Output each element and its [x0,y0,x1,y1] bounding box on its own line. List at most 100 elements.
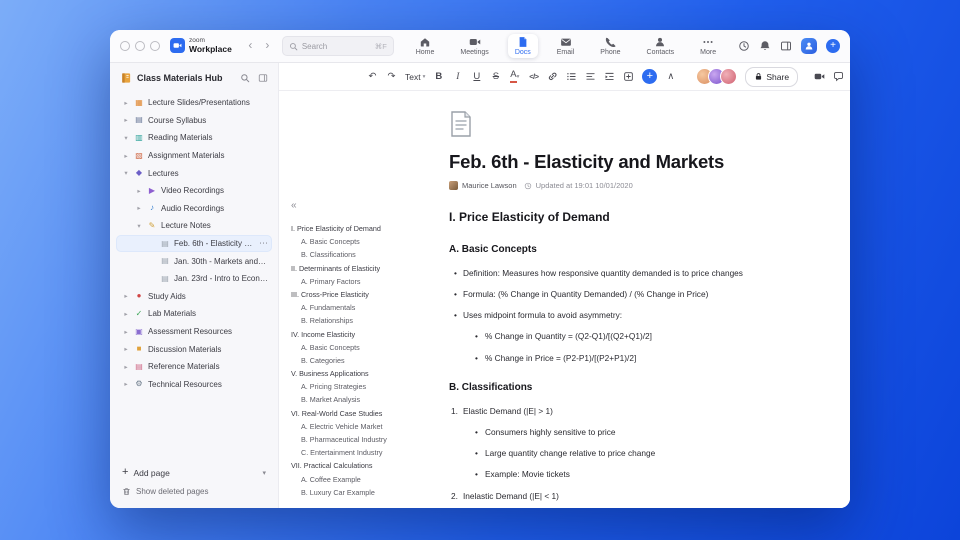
italic-button[interactable]: I [452,72,463,82]
add-new-button[interactable]: + [825,39,840,53]
show-deleted-pages-button[interactable]: Show deleted pages [122,487,266,496]
sidebar-tree-item[interactable]: ▾ ✎ Lecture Notes ⋯ [116,217,272,235]
link-button[interactable] [547,71,558,82]
close-window-button[interactable] [120,41,130,51]
content-block[interactable]: • % Change in Price = (P2-P1)/[(P2+P1)/2… [455,353,831,364]
sidebar-search-icon[interactable] [240,73,250,83]
outline-collapse-icon[interactable]: « [291,200,297,211]
chevron-icon[interactable]: ▸ [122,152,130,160]
sidebar-tree-item[interactable]: ▾ ▥ Reading Materials ⋯ [116,129,272,147]
underline-button[interactable]: U [471,71,482,82]
content-block[interactable]: • Definition: Measures how responsive qu… [449,268,831,279]
user-avatar[interactable] [800,38,817,54]
strikethrough-button[interactable]: S [490,71,501,82]
chevron-icon[interactable]: ▾ [122,134,130,142]
nav-tab[interactable]: Docs [507,34,538,58]
item-more-icon[interactable]: ⋯ [257,238,268,249]
sidebar-tree-item[interactable]: ▸ ▦ Lecture Slides/Presentations ⋯ [116,94,272,112]
undo-icon[interactable]: ↶ [367,71,378,82]
document-content[interactable]: Feb. 6th - Elasticity and Markets Mauric… [449,111,831,508]
chevron-icon[interactable]: ▸ [122,310,130,318]
redo-icon[interactable]: ↷ [386,71,397,82]
content-block[interactable]: 1. Elastic Demand (|E| > 1) [449,406,831,417]
chevron-icon[interactable]: ▸ [122,328,130,336]
content-block[interactable]: • Large quantity change relative to pric… [455,448,831,459]
outline-item[interactable]: B. Luxury Car Example [291,488,443,497]
chevron-icon[interactable]: ▾ [122,169,130,177]
outline-item[interactable]: V. Business Applications [291,369,443,378]
insert-block-button[interactable]: + [642,69,658,84]
collapse-toolbar-icon[interactable]: ∧ [665,71,676,82]
collaborator-avatar[interactable] [720,68,738,85]
chevron-icon[interactable]: ▸ [122,380,130,388]
nav-tab[interactable]: More [693,34,723,58]
outline-item[interactable]: A. Fundamentals [291,303,443,312]
insert-table-button[interactable] [623,71,634,82]
content-block[interactable]: • Formula: (% Change in Quantity Demande… [449,289,831,300]
outline-item[interactable]: A. Electric Vehicle Market [291,422,443,431]
sidebar-tree-item[interactable]: ▸ ▶ Video Recordings ⋯ [116,182,272,200]
sidebar-tree-item[interactable]: ▸ ♪ Audio Recordings ⋯ [116,200,272,218]
outline-item[interactable]: II. Determinants of Elasticity [291,264,443,273]
indent-button[interactable] [604,71,615,82]
document-page-icon[interactable] [449,111,473,137]
sidebar-tree-item[interactable]: ▸ ▤ Reference Materials ⋯ [116,358,272,376]
outline-item[interactable]: III. Cross-Price Elasticity [291,290,443,299]
add-page-button[interactable]: + Add page ▾ [122,467,266,478]
chevron-icon[interactable]: ▾ [135,222,143,230]
code-button[interactable]: </> [528,72,539,81]
content-block[interactable]: • Consumers highly sensitive to price [455,427,831,438]
outline-item[interactable]: B. Classifications [291,250,443,259]
outline-item[interactable]: A. Pricing Strategies [291,382,443,391]
sidebar-tree-item[interactable]: ▤ Jan. 23rd - Intro to Econo... ⋯ [116,270,272,288]
sidebar-tree-item[interactable]: ▸ ▤ Course Syllabus ⋯ [116,112,272,130]
content-block[interactable]: 2. Inelastic Demand (|E| < 1) [449,491,831,502]
nav-tab[interactable]: Contacts [640,34,682,58]
sidebar-tree-item[interactable]: ▸ ▧ Assignment Materials ⋯ [116,147,272,165]
bold-button[interactable]: B [433,71,444,82]
sidebar-tree-item[interactable]: ▤ Jan. 30th - Markets and P... ⋯ [116,252,272,270]
outline-item[interactable]: B. Market Analysis [291,395,443,404]
minimize-window-button[interactable] [135,41,145,51]
outline-item[interactable]: A. Coffee Example [291,475,443,484]
sidebar-tree-item[interactable]: ▾ ◆ Lectures ⋯ [116,164,272,182]
outline-item[interactable]: A. Basic Concepts [291,237,443,246]
outline-item[interactable]: I. Price Elasticity of Demand [291,224,443,233]
nav-tab[interactable]: Email [550,34,582,58]
comments-button[interactable] [833,71,844,82]
outline-item[interactable]: VI. Real-World Case Studies [291,409,443,418]
history-icon[interactable] [738,40,750,52]
maximize-window-button[interactable] [150,41,160,51]
text-style-dropdown[interactable]: Text ▾ [405,72,425,82]
sidebar-tree-item[interactable]: ▤ Feb. 6th - Elasticity and M... ⋯ [116,234,272,253]
content-block[interactable]: A. Basic Concepts [449,243,831,256]
nav-tab[interactable]: Home [409,34,442,58]
outline-item[interactable]: C. Entertainment Industry [291,448,443,457]
content-block[interactable]: • Uses midpoint formula to avoid asymmet… [449,310,831,321]
notifications-bell-icon[interactable] [759,40,771,52]
chevron-icon[interactable]: ▸ [122,345,130,353]
back-button[interactable]: ‹ [244,38,257,54]
sidebar-collapse-icon[interactable] [258,73,268,83]
outline-item[interactable]: B. Categories [291,356,443,365]
nav-tab[interactable]: Meetings [453,34,495,58]
document-title[interactable]: Feb. 6th - Elasticity and Markets [449,151,831,173]
bullet-list-button[interactable] [566,71,577,82]
outline-item[interactable]: VII. Practical Calculations [291,461,443,470]
global-search-input[interactable]: Search ⌘F [281,36,394,56]
align-button[interactable] [585,71,596,82]
outline-item[interactable]: A. Basic Concepts [291,343,443,352]
content-block[interactable]: • % Change in Quantity = (Q2-Q1)/[(Q2+Q1… [455,331,831,342]
sidebar-tree-item[interactable]: ▸ ● Study Aids ⋯ [116,288,272,306]
outline-item[interactable]: IV. Income Elasticity [291,330,443,339]
nav-tab[interactable]: Phone [593,34,627,58]
content-block[interactable]: • Example: Movie tickets [455,469,831,480]
add-page-dropdown-icon[interactable]: ▾ [262,469,266,477]
sidebar-tree-item[interactable]: ▸ ✓ Lab Materials ⋯ [116,305,272,323]
sidebar-tree-item[interactable]: ▸ ▣ Assessment Resources ⋯ [116,323,272,341]
panel-toggle-icon[interactable] [780,40,792,52]
chevron-icon[interactable]: ▸ [122,363,130,371]
forward-button[interactable]: › [261,38,274,54]
sidebar-tree-item[interactable]: ▸ ⚙ Technical Resources ⋯ [116,376,272,394]
outline-item[interactable]: B. Pharmaceutical Industry [291,435,443,444]
